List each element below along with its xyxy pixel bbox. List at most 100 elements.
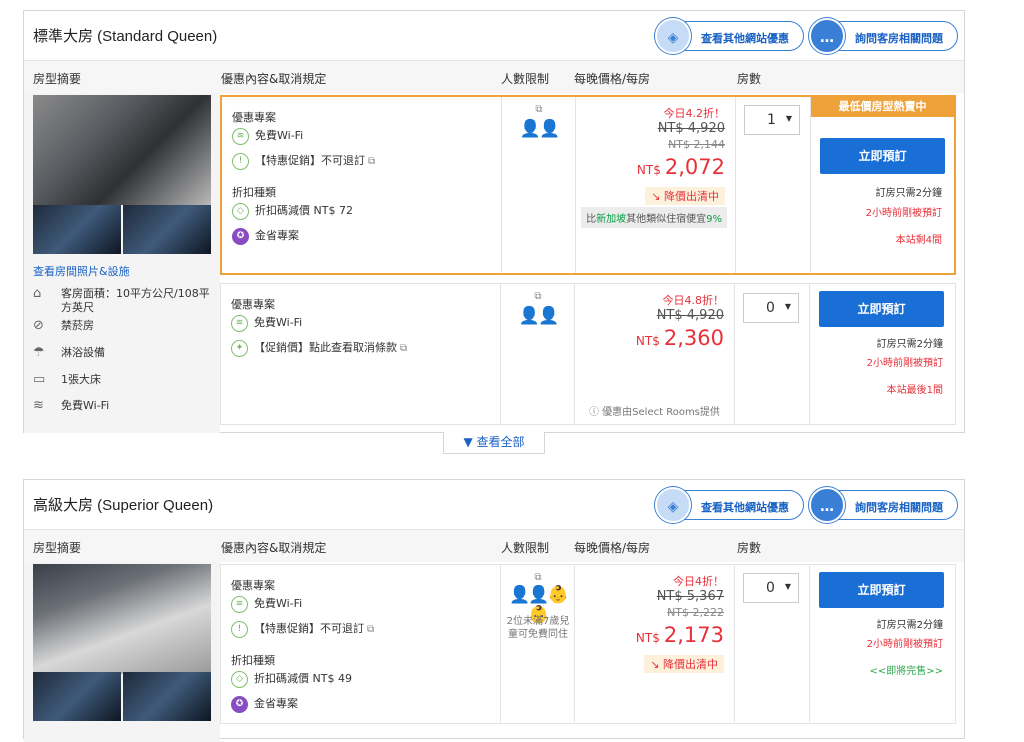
room-feature: ▭ 1張大床 xyxy=(33,372,101,387)
rooms-left-note: 本站最後1間 xyxy=(886,385,943,396)
tag-icon: ◇ xyxy=(231,670,248,688)
col-price: 每晚價格/每房 xyxy=(574,72,651,86)
tag-icon: ◈ xyxy=(655,487,691,523)
column-header-row: 房型摘要 優惠內容&取消規定 人數限制 每晚價格/每房 房數 xyxy=(24,61,964,93)
chat-icon: … xyxy=(809,487,845,523)
ask-room-question-button[interactable]: … 詢問客房相關問題 xyxy=(809,18,958,54)
booking-time-note: 訂房只需2分鐘 xyxy=(876,339,943,350)
offer-policy[interactable]: ! 【特惠促銷】不可退訂 ⧉ xyxy=(232,152,375,170)
original-price: NT$ 4,920 xyxy=(656,308,724,323)
discount-label: 今日4.8折！ xyxy=(662,294,725,307)
rooms-cell: 0 ▼ xyxy=(735,284,810,424)
offer-wifi: ≋ 免費Wi-Fi xyxy=(232,127,303,145)
offer-details: 優惠專案 ≋ 免費Wi-Fi ! 【特惠促銷】不可退訂 ⧉ 折扣種類 ◇ 折扣碼減價 N… xyxy=(221,565,501,723)
original-price: NT$ 4,920 xyxy=(657,121,725,136)
room-feature: ≋ 免費Wi-Fi xyxy=(33,398,110,413)
occupancy-cell: ⧉ 👤👤 xyxy=(502,97,576,273)
col-offer: 優惠內容&取消規定 xyxy=(221,541,327,555)
wifi-icon: ≋ xyxy=(232,127,249,145)
recent-booking-note: 2小時前剛被預訂 xyxy=(866,358,943,369)
popup-icon[interactable]: ⧉ xyxy=(534,291,541,302)
booking-cell: 立即預訂 訂房只需2分鐘 2小時前剛被預訂 <<即將完售>> xyxy=(810,565,955,723)
tag-icon: ◇ xyxy=(232,202,249,220)
booking-time-note: 訂房只需2分鐘 xyxy=(875,188,942,199)
house-icon: ⌂ xyxy=(33,286,42,301)
room-card-header: 標準大房 (Standard Queen) ◈ 查看其他網站優惠 … 詢問客房相… xyxy=(24,11,964,61)
discount-heading: 折扣種類 xyxy=(232,186,276,199)
wifi-icon: ≋ xyxy=(231,595,248,613)
popup-icon: ⧉ xyxy=(400,343,408,354)
popup-icon: ⧉ xyxy=(367,624,375,635)
previous-price: NT$ 2,144 xyxy=(668,138,725,151)
tag-icon: ◈ xyxy=(655,18,691,54)
booking-cell: 立即預訂 訂房只需2分鐘 2小時前剛被預訂 本站最後1間 xyxy=(810,284,955,424)
book-now-button[interactable]: 立即預訂 xyxy=(819,572,944,608)
discount-label: 今日4折！ xyxy=(673,575,724,588)
booking-time-note: 訂房只需2分鐘 xyxy=(876,620,943,631)
promo-heading: 優惠專案 xyxy=(231,579,275,592)
col-occupancy: 人數限制 xyxy=(501,72,550,86)
promo-heading: 優惠專案 xyxy=(232,111,276,124)
gold-plan-icon: ✪ xyxy=(231,695,248,713)
room-summary xyxy=(24,562,220,742)
price-cell: 今日4折！ NT$ 5,367 NT$ 2,222 NT$ 2,173 ↘ 降價出… xyxy=(575,565,735,723)
room-title: 高級大房 (Superior Queen) xyxy=(33,497,214,514)
room-photo-thumb[interactable] xyxy=(123,672,211,721)
popup-icon[interactable]: ⧉ xyxy=(535,104,542,115)
room-photo-thumb[interactable] xyxy=(33,672,121,721)
rooms-cell: 0 ▼ xyxy=(735,565,810,723)
provider-note: ⓘ 優惠由Select Rooms提供 xyxy=(589,407,720,418)
offer-row: 優惠專案 ≋ 免費Wi-Fi ✦ 【促銷價】點此查看取消條款 ⧉ ⧉ 👤👤 今日4.8… xyxy=(220,283,956,425)
col-rooms: 房數 xyxy=(737,541,762,555)
current-price: NT$ 2,072 xyxy=(636,155,725,179)
rooms-cell: 1 ▼ xyxy=(736,97,811,273)
other-sites-deals-button[interactable]: ◈ 查看其他網站優惠 xyxy=(655,18,804,54)
offer-gold: ✪ 金省專案 xyxy=(231,695,298,713)
sold-out-soon-note: <<即將完售>> xyxy=(869,666,943,677)
offer-policy[interactable]: ✦ 【促銷價】點此查看取消條款 ⧉ xyxy=(231,339,407,357)
warning-icon: ! xyxy=(232,152,249,170)
two-adults-icon: 👤👤 xyxy=(519,119,560,139)
col-price: 每晚價格/每房 xyxy=(574,541,651,555)
offer-policy[interactable]: ! 【特惠促銷】不可退訂 ⧉ xyxy=(231,620,374,638)
room-feature: ⊘ 禁菸房 xyxy=(33,318,94,333)
popup-icon[interactable]: ⧉ xyxy=(534,572,541,583)
ask-room-question-button[interactable]: … 詢問客房相關問題 xyxy=(809,487,958,523)
popup-icon: ⧉ xyxy=(368,156,376,167)
other-sites-deals-button[interactable]: ◈ 查看其他網站優惠 xyxy=(655,487,804,523)
offer-wifi: ≋ 免費Wi-Fi xyxy=(231,595,302,613)
promo-heading: 優惠專案 xyxy=(231,298,275,311)
col-rooms: 房數 xyxy=(737,72,762,86)
discount-label: 今日4.2折！ xyxy=(663,107,726,120)
room-photo-main[interactable] xyxy=(33,95,211,205)
book-now-button[interactable]: 立即預訂 xyxy=(819,291,944,327)
room-count-select[interactable]: 0 ▼ xyxy=(743,573,799,603)
room-photo-thumb[interactable] xyxy=(33,205,121,254)
price-drop-badge: ↘ 降價出清中 xyxy=(644,655,724,673)
column-header-row: 房型摘要 優惠內容&取消規定 人數限制 每晚價格/每房 房數 xyxy=(24,530,964,562)
book-now-button[interactable]: 立即預訂 xyxy=(820,138,945,174)
offer-wifi: ≋ 免費Wi-Fi xyxy=(231,314,302,332)
room-photo-thumb[interactable] xyxy=(123,205,211,254)
room-card-header: 高級大房 (Superior Queen) ◈ 查看其他網站優惠 … 詢問客房相… xyxy=(24,480,964,530)
room-count-select[interactable]: 1 ▼ xyxy=(744,105,800,135)
room-count-select[interactable]: 0 ▼ xyxy=(743,293,799,323)
children-policy-note: 2位未滿7歲兒童可免費同住 xyxy=(506,616,570,640)
view-all-button[interactable]: ▼ 查看全部 xyxy=(443,432,545,454)
warning-icon: ! xyxy=(231,620,248,638)
wifi-icon: ≋ xyxy=(33,398,44,413)
view-room-photos-link[interactable]: 查看房間照片&設施 xyxy=(33,263,130,279)
price-cell: 今日4.2折！ NT$ 4,920 NT$ 2,144 NT$ 2,072 ↘ 降… xyxy=(576,97,736,273)
rooms-left-note: 本站剩4間 xyxy=(895,235,942,246)
caret-down-icon: ▼ xyxy=(784,302,791,311)
room-feature: ⌂ 客房面積：10平方公尺/108平方英尺 xyxy=(33,286,210,315)
booking-cell: 最低價房型熱賣中 立即預訂 訂房只需2分鐘 2小時前剛被預訂 本站剩4間 xyxy=(811,97,954,273)
room-summary: 查看房間照片&設施 ⌂ 客房面積：10平方公尺/108平方英尺 ⊘ 禁菸房 ☂ … xyxy=(24,93,220,433)
chat-icon: … xyxy=(809,18,845,54)
occupancy-cell: ⧉ 👤👤👶👶 2位未滿7歲兒童可免費同住 xyxy=(501,565,575,723)
original-price: NT$ 5,367 xyxy=(656,589,724,604)
offer-coupon: ◇ 折扣碼減價 NT$ 49 xyxy=(231,670,352,688)
room-card-standard-queen: 標準大房 (Standard Queen) ◈ 查看其他網站優惠 … 詢問客房相… xyxy=(23,10,965,433)
room-photo-main[interactable] xyxy=(33,564,211,674)
col-occupancy: 人數限制 xyxy=(501,541,550,555)
